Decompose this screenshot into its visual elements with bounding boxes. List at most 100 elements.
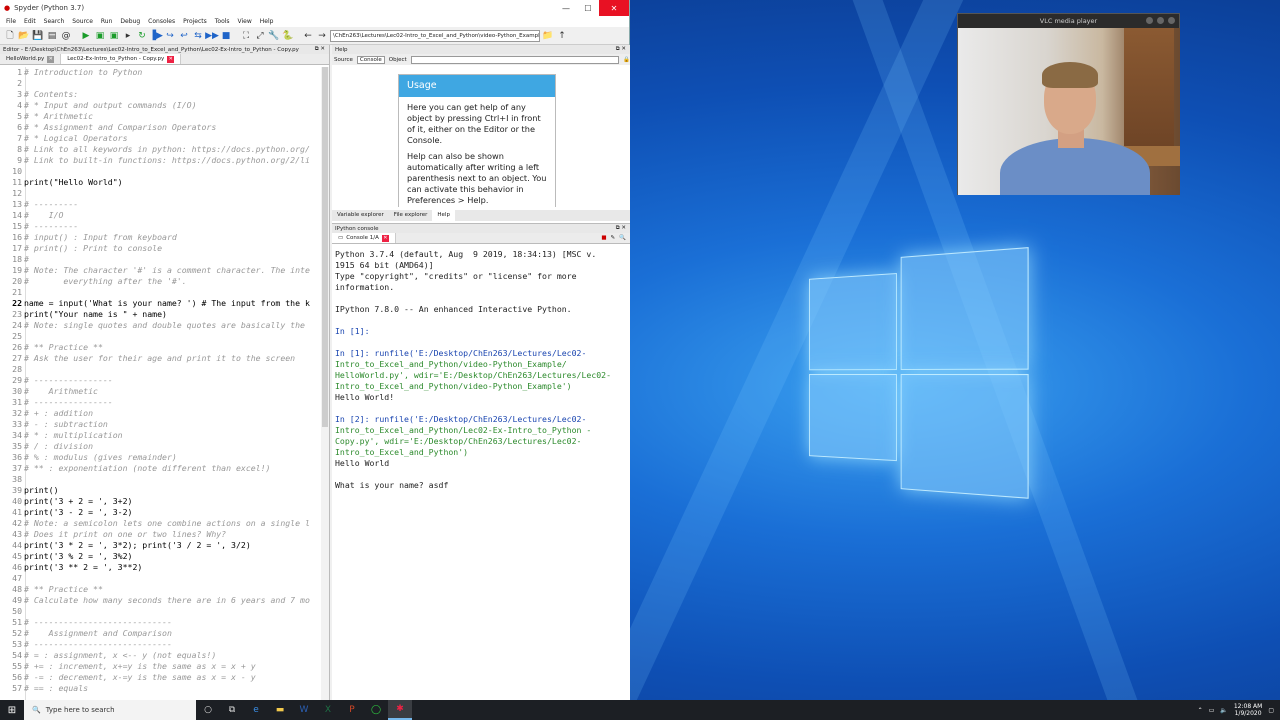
tab-help[interactable]: Help: [432, 210, 455, 221]
fullscreen-icon[interactable]: ⤢: [254, 30, 266, 42]
code-text: # Link to built-in functions: https://do…: [24, 155, 310, 165]
debug-icon[interactable]: ▐▶: [149, 30, 163, 42]
stop-debug-icon[interactable]: ■: [220, 30, 232, 42]
maximize-button[interactable]: ☐: [577, 0, 599, 16]
maximize-button[interactable]: [1157, 17, 1164, 24]
save-icon[interactable]: 💾: [32, 30, 44, 42]
console-pane: IPython console ⧉ ✕ ▭ Console 1/A ✕ ■ ✎ …: [332, 223, 630, 700]
source-select[interactable]: Console: [356, 55, 385, 64]
start-button[interactable]: ⊞: [0, 700, 24, 720]
print-icon[interactable]: @: [60, 30, 72, 42]
run-selection-icon[interactable]: ▸: [122, 30, 134, 42]
close-tab-icon[interactable]: ✕: [381, 234, 389, 242]
code-line: 35 # / : division: [0, 441, 322, 452]
minimize-button[interactable]: [1146, 17, 1153, 24]
clock[interactable]: 12:08 AM 1/9/2020: [1234, 703, 1262, 717]
file-explorer-icon[interactable]: ▬: [268, 700, 292, 720]
menu-consoles[interactable]: Consoles: [148, 18, 175, 25]
rerun-icon[interactable]: ↻: [136, 30, 148, 42]
code-text: # == : equals: [24, 683, 89, 693]
new-file-icon[interactable]: 🗋: [4, 30, 16, 42]
close-tab-icon[interactable]: ✕: [167, 55, 175, 63]
menu-source[interactable]: Source: [72, 18, 93, 25]
tab-lec02[interactable]: Lec02-Ex-Intro_to_Python - Copy.py ✕: [61, 54, 182, 64]
menu-view[interactable]: View: [238, 18, 252, 25]
code-line: 8 # Link to all keywords in python: https…: [0, 144, 322, 155]
run-icon[interactable]: ▶: [80, 30, 92, 42]
taskbar-search[interactable]: 🔍 Type here to search: [24, 700, 196, 720]
word-icon[interactable]: W: [292, 700, 316, 720]
tab-variable-explorer[interactable]: Variable explorer: [332, 210, 389, 221]
code-line: 28: [0, 364, 322, 375]
tab-console[interactable]: ▭ Console 1/A ✕: [332, 233, 396, 243]
menu-tools[interactable]: Tools: [215, 18, 230, 25]
notification-icon[interactable]: ▢: [1268, 707, 1274, 714]
lock-icon[interactable]: 🔒: [623, 57, 630, 63]
menu-run[interactable]: Run: [101, 18, 113, 25]
menu-file[interactable]: File: [6, 18, 16, 25]
network-icon[interactable]: ▭: [1209, 707, 1215, 714]
line-number: 51: [12, 617, 22, 627]
code-line: 25: [0, 331, 322, 342]
maximize-pane-icon[interactable]: ⛶: [240, 30, 252, 42]
close-button[interactable]: [1168, 17, 1175, 24]
pane-options-icon[interactable]: ⧉ ✕: [315, 46, 325, 53]
code-editor[interactable]: 1 # Introduction to Python 2 3 # Contents: 4 #…: [0, 67, 322, 700]
browse-folder-icon[interactable]: 📁: [542, 30, 554, 42]
code-text: # Does it print on one or two lines? Why…: [24, 529, 227, 539]
working-directory-input[interactable]: \ChEn263\Lectures\Lec02-Intro_to_Excel_a…: [330, 29, 540, 42]
help-content: Usage Here you can get help of any objec…: [332, 65, 622, 207]
parent-dir-icon[interactable]: ↑: [556, 30, 568, 42]
pane-options-icon[interactable]: ⧉ ✕: [616, 225, 626, 232]
line-number: 10: [12, 166, 22, 176]
preferences-icon[interactable]: 🔧: [268, 30, 280, 42]
python-path-icon[interactable]: 🐍: [282, 30, 294, 42]
search-icon[interactable]: 🔍: [619, 235, 626, 241]
stop-icon[interactable]: ■: [601, 235, 606, 241]
menu-debug[interactable]: Debug: [120, 18, 140, 25]
pane-options-icon[interactable]: ⧉ ✕: [616, 46, 626, 53]
menu-edit[interactable]: Edit: [24, 18, 36, 25]
step-icon[interactable]: ↪: [164, 30, 176, 42]
chevron-up-icon[interactable]: ⌃: [1198, 707, 1203, 714]
forward-icon[interactable]: →: [316, 30, 328, 42]
editor-scrollbar[interactable]: [321, 67, 329, 700]
menu-search[interactable]: Search: [44, 18, 65, 25]
console-icon: ▭: [338, 235, 344, 241]
save-all-icon[interactable]: ▤: [46, 30, 58, 42]
line-number: 47: [12, 573, 22, 583]
tab-helloworld[interactable]: HelloWorld.py ✕: [0, 54, 62, 64]
close-button[interactable]: ✕: [599, 0, 629, 16]
task-view-icon[interactable]: ⧉: [220, 700, 244, 720]
object-input[interactable]: [410, 55, 620, 64]
menu-projects[interactable]: Projects: [183, 18, 207, 25]
line-number: 52: [12, 628, 22, 638]
run-cell-advance-icon[interactable]: ▣: [108, 30, 120, 42]
console-line: information.: [335, 282, 395, 292]
cortana-icon[interactable]: ○: [196, 700, 220, 720]
spyder-taskbar-icon[interactable]: ✱: [388, 700, 412, 720]
tab-file-explorer[interactable]: File explorer: [389, 210, 433, 221]
volume-icon[interactable]: 🔈: [1220, 707, 1227, 714]
code-text: # Calculate how many seconds there are i…: [24, 595, 310, 605]
obs-icon[interactable]: ◯: [364, 700, 388, 720]
console-output[interactable]: Python 3.7.4 (default, Aug 9 2019, 18:34…: [335, 249, 623, 491]
step-into-icon[interactable]: ↩: [178, 30, 190, 42]
edge-icon[interactable]: e: [244, 700, 268, 720]
menu-help[interactable]: Help: [260, 18, 274, 25]
run-cell-icon[interactable]: ▣: [94, 30, 106, 42]
minimize-button[interactable]: —: [555, 0, 577, 16]
console-tools: ■ ✎ 🔍: [601, 233, 630, 243]
back-icon[interactable]: ←: [302, 30, 314, 42]
tab-label: Console 1/A: [346, 235, 379, 241]
line-number: 35: [12, 441, 22, 451]
excel-icon[interactable]: X: [316, 700, 340, 720]
powerpoint-icon[interactable]: P: [340, 700, 364, 720]
continue-icon[interactable]: ▶▶: [205, 30, 219, 42]
open-file-icon[interactable]: 📂: [18, 30, 30, 42]
edit-icon[interactable]: ✎: [611, 235, 616, 241]
scroll-thumb[interactable]: [322, 67, 328, 427]
step-return-icon[interactable]: ⇆: [192, 30, 204, 42]
line-number: 26: [12, 342, 22, 352]
close-tab-icon[interactable]: ✕: [47, 55, 55, 63]
